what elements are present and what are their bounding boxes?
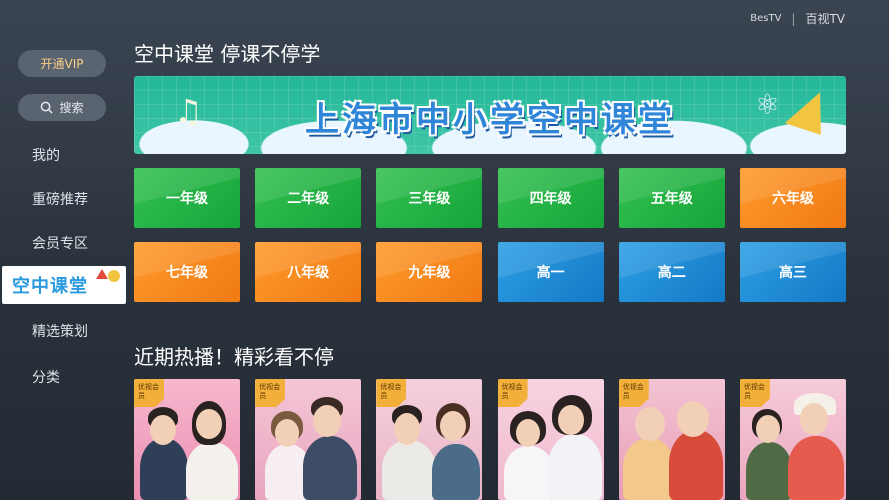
poster-figure-head — [755, 415, 780, 443]
sidebar-item-mine[interactable]: 我的 — [32, 145, 60, 165]
sidebar: 开通VIP 搜索 我的 重磅推荐 会员专区 空中课堂 精选策划 分类 — [0, 0, 126, 500]
grade-tile-senior-2[interactable]: 高二 — [618, 242, 725, 302]
brand-logos: BesTV | 百视TV — [750, 10, 845, 27]
vip-badge: 优视会员 — [134, 379, 164, 407]
poster-figure — [186, 442, 238, 500]
poster-figure — [622, 438, 675, 500]
poster-figure — [787, 436, 844, 500]
poster-figure-head — [275, 419, 300, 447]
poster-card[interactable]: 优视会员 — [255, 379, 362, 500]
sidebar-item-air-classroom[interactable]: 空中课堂 — [2, 266, 126, 304]
poster-figure-head — [150, 415, 176, 445]
grade-tile-8[interactable]: 八年级 — [255, 242, 362, 302]
vip-badge: 优视会员 — [376, 379, 407, 407]
poster-figure-head — [557, 405, 584, 435]
poster-figure-head — [196, 409, 222, 439]
bestv-logo: BesTV — [750, 13, 782, 24]
air-classroom-label: 空中课堂 — [12, 276, 88, 297]
grade-tile-5[interactable]: 五年级 — [618, 168, 725, 228]
poster-card[interactable]: 优视会员 — [618, 379, 725, 500]
poster-card[interactable]: 优视会员 — [376, 379, 483, 500]
grade-tile-2[interactable]: 二年级 — [255, 168, 362, 228]
sidebar-item-selected-plans[interactable]: 精选策划 — [32, 321, 88, 341]
poster-figure — [668, 430, 723, 500]
poster-card[interactable]: 优视会员 — [134, 379, 240, 500]
poster-figure — [432, 444, 481, 500]
brand-separator: | — [791, 11, 796, 26]
section-title-hot-shows: 近期热播！精彩看不停 — [134, 345, 334, 369]
vip-badge: 优视会员 — [739, 379, 770, 407]
search-label: 搜索 — [59, 101, 84, 115]
air-classroom-banner[interactable]: ♫ ⚛ 上海市中小学空中课堂 — [134, 76, 846, 154]
grade-tile-senior-3[interactable]: 高三 — [739, 242, 846, 302]
grade-tile-6[interactable]: 六年级 — [739, 168, 846, 228]
sidebar-item-vip-zone[interactable]: 会员专区 — [32, 233, 88, 253]
vip-badge: 优视会员 — [497, 379, 528, 407]
search-icon — [41, 101, 54, 114]
section-title-air-classroom: 空中课堂 停课不停学 — [134, 42, 321, 66]
grade-tile-9[interactable]: 九年级 — [376, 242, 483, 302]
poster-figure — [140, 438, 188, 500]
grade-tile-7[interactable]: 七年级 — [134, 242, 240, 302]
poster-figure — [745, 442, 792, 500]
grade-grid: 一年级 二年级 三年级 四年级 五年级 六年级 七年级 八年级 九年级 高一 高… — [134, 168, 846, 302]
search-button[interactable]: 搜索 — [18, 94, 106, 121]
poster-figure — [382, 440, 437, 500]
grade-tile-senior-1[interactable]: 高一 — [497, 242, 604, 302]
decoration-icon — [96, 269, 108, 279]
poster-figure — [303, 436, 358, 500]
poster-figure-head — [515, 419, 540, 447]
grade-tile-3[interactable]: 三年级 — [376, 168, 483, 228]
poster-figure-head — [799, 403, 828, 435]
sidebar-item-featured[interactable]: 重磅推荐 — [32, 189, 88, 209]
open-vip-button[interactable]: 开通VIP — [18, 50, 106, 77]
poster-figure — [503, 446, 554, 500]
sidebar-item-categories[interactable]: 分类 — [32, 367, 60, 387]
baishi-tv-logo: 百视TV — [805, 12, 845, 26]
poster-row: 优视会员 优视会员 优视会员 优视会员 优视会员 优视会员 — [134, 379, 846, 500]
poster-figure-head — [676, 401, 709, 437]
star-icon — [108, 270, 120, 282]
grade-tile-4[interactable]: 四年级 — [497, 168, 604, 228]
grade-tile-1[interactable]: 一年级 — [134, 168, 240, 228]
vip-badge: 优视会员 — [618, 379, 649, 407]
poster-card[interactable]: 优视会员 — [497, 379, 604, 500]
poster-figure — [547, 434, 602, 500]
vip-badge: 优视会员 — [255, 379, 286, 407]
poster-card[interactable]: 优视会员 — [739, 379, 846, 500]
poster-figure-head — [634, 407, 665, 441]
banner-title: 上海市中小学空中课堂 — [305, 100, 675, 140]
poster-figure-head — [313, 405, 342, 437]
